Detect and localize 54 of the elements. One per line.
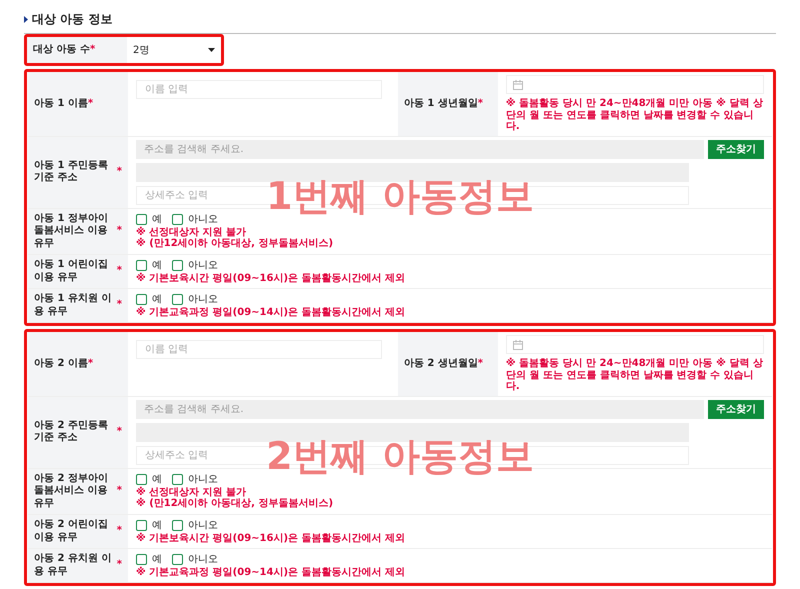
field-label: 아동 2 정부아이돌봄서비스 이용 유무 * — [28, 468, 128, 514]
field-label: 아동 2 생년월일* — [398, 332, 498, 396]
section-title: 대상 아동 정보 — [32, 11, 112, 28]
address-search-field[interactable]: 주소를 검색해 주세요. — [136, 400, 704, 418]
checkbox[interactable] — [136, 520, 147, 531]
date-field[interactable] — [506, 75, 764, 94]
checkbox[interactable] — [172, 294, 183, 305]
name-input[interactable]: 이름 입력 — [136, 340, 382, 359]
notice-text: ※ 기본교육과정 평일(09~14시)은 돌봄활동시간에서 제외 — [136, 307, 406, 318]
checkbox[interactable] — [172, 554, 183, 565]
notice-text: ※ 기본보육시간 평일(09~16시)은 돌봄활동시간에서 제외 — [136, 273, 406, 284]
option-label[interactable]: 예 — [152, 552, 162, 567]
option-label[interactable]: 아니오 — [188, 292, 218, 307]
birth-note: ※ 돌봄활동 당시 만 24~만48개월 미만 아동 ※ 달력 상단의 월 또는 연도를 클릭하면 날짜를 변경할 수 있습니다. — [506, 98, 764, 132]
calendar-icon — [512, 340, 523, 350]
option-label[interactable]: 예 — [152, 292, 162, 307]
checkbox[interactable] — [136, 260, 147, 271]
caret-icon — [208, 48, 215, 52]
checkbox[interactable] — [136, 474, 147, 484]
birth-note: ※ 돌봄활동 당시 만 24~만48개월 미만 아동 ※ 달력 상단의 월 또는 연도를 클릭하면 날짜를 변경할 수 있습니다. — [506, 358, 764, 392]
field-label: 아동 2 이름* — [28, 332, 128, 396]
option-label[interactable]: 아니오 — [188, 212, 218, 226]
option-label[interactable]: 예 — [152, 212, 162, 226]
checkbox[interactable] — [136, 294, 147, 305]
option-label[interactable]: 아니오 — [188, 552, 218, 567]
notice-text: ※ 기본보육시간 평일(09~16시)은 돌봄활동시간에서 제외 — [136, 533, 406, 544]
field-label: 대상 아동 수* — [27, 37, 127, 63]
date-field[interactable] — [506, 335, 764, 354]
checkbox[interactable] — [136, 214, 147, 224]
option-label[interactable]: 예 — [152, 518, 162, 533]
notice-text: ※ 선정대상자 지원 불가 — [136, 486, 248, 498]
checkbox[interactable] — [172, 520, 183, 531]
checkbox[interactable] — [172, 214, 183, 224]
triangle-icon — [24, 16, 28, 22]
field-label: 아동 1 이름* — [28, 72, 128, 136]
field-label: 아동 1 생년월일* — [398, 72, 498, 136]
option-label[interactable]: 예 — [152, 472, 162, 486]
option-label[interactable]: 아니오 — [188, 472, 218, 486]
notice-text: ※ (만12세이하 아동대상, 정부돌봄서비스) — [136, 238, 334, 250]
checkbox[interactable] — [172, 260, 183, 271]
notice-text: ※ (만12세이하 아동대상, 정부돌봄서비스) — [136, 498, 334, 510]
option-label[interactable]: 예 — [152, 258, 162, 273]
notice-text: ※ 기본교육과정 평일(09~14시)은 돌봄활동시간에서 제외 — [136, 567, 406, 578]
search-address-button[interactable]: 주소찾기 — [708, 400, 764, 418]
field-label: 아동 1 정부아이돌봄서비스 이용 유무 * — [28, 208, 128, 254]
name-input[interactable]: 이름 입력 — [136, 80, 382, 99]
notice-text: ※ 선정대상자 지원 불가 — [136, 226, 248, 238]
option-label[interactable]: 아니오 — [188, 518, 218, 533]
search-address-button[interactable]: 주소찾기 — [708, 140, 764, 158]
checkbox[interactable] — [136, 554, 147, 565]
address-search-field[interactable]: 주소를 검색해 주세요. — [136, 140, 704, 158]
checkbox[interactable] — [172, 474, 183, 484]
calendar-icon — [512, 80, 523, 90]
option-label[interactable]: 아니오 — [188, 258, 218, 273]
